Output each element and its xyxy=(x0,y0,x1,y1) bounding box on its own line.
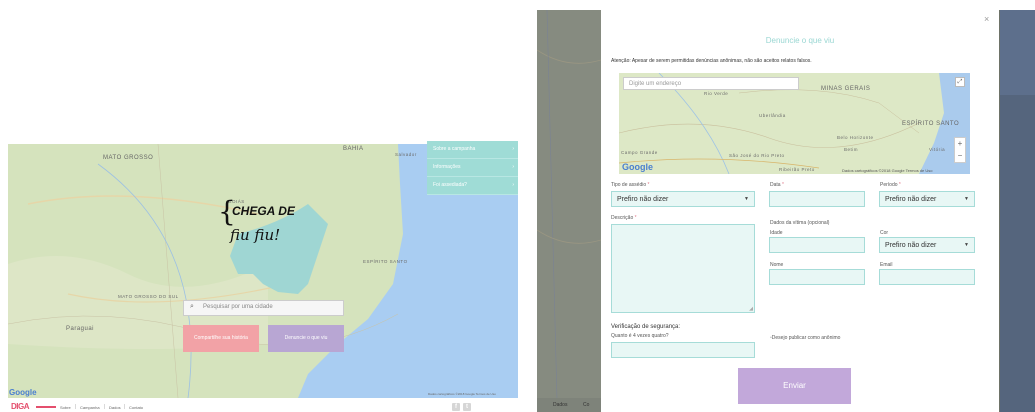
social-links: f t xyxy=(452,403,476,411)
email-label: Email xyxy=(880,262,893,268)
modal-map-label-belo-horizonte: Belo Horizonte xyxy=(837,135,874,140)
dados-vitima-label: Dados da vítima (opcional) xyxy=(770,220,830,226)
map-label-espirito-santo: ESPÍRITO SANTO xyxy=(363,259,408,264)
footer-link-sobre[interactable]: Sobre xyxy=(60,405,71,410)
descricao-label: Descrição * xyxy=(611,215,637,221)
modal-map-label-betim: Betim xyxy=(844,147,859,152)
footer-logo[interactable]: DIGA xyxy=(11,402,30,411)
modal-warning: Atenção: Apesar de serem permitidas denú… xyxy=(611,58,812,64)
modal-map-label-ribeirao: Ribeirão Preto xyxy=(779,167,815,172)
caret-down-icon: ▼ xyxy=(964,196,969,202)
modal-map-label-espirito-santo: ESPÍRITO SANTO xyxy=(902,121,960,127)
share-story-button[interactable]: Compartilhe sua história xyxy=(183,325,259,352)
logo-line2: fiu fiu! xyxy=(230,226,281,244)
data-label: Data * xyxy=(770,182,784,188)
chevron-right-icon: › xyxy=(512,164,514,170)
backdrop-footer xyxy=(537,398,601,412)
anonimo-label: Desejo publicar como anônimo xyxy=(771,335,841,341)
verificacao-label: Verificação de segurança: xyxy=(611,324,681,330)
modal-map-label-campo-grande: Campo Grande xyxy=(621,150,658,155)
tipo-label: Tipo de assédio * xyxy=(611,182,650,188)
report-button[interactable]: Denuncie o que viu xyxy=(268,325,344,352)
periodo-select-value: Prefiro não dizer xyxy=(885,196,937,203)
menu-item-assediada[interactable]: Foi assediada? › xyxy=(427,177,518,195)
modal-map-label-rio-verde: Rio Verde xyxy=(704,91,729,96)
backdrop-map-left xyxy=(537,10,601,400)
google-logo: Google xyxy=(9,388,37,397)
pergunta-label: Quanto é 4 vezes quatro? xyxy=(611,333,669,339)
modal-map-label-sao-jose: São José do Rio Preto xyxy=(729,153,785,158)
fullscreen-icon[interactable]: ⤢ xyxy=(955,77,965,87)
backdrop-map-terrain xyxy=(537,10,601,400)
cor-select[interactable]: Prefiro não dizer ▼ xyxy=(879,237,975,253)
backdrop-footer-link-dados: Dados xyxy=(553,402,568,408)
menu-item-sobre[interactable]: Sobre a campanha › xyxy=(427,141,518,159)
zoom-out-icon[interactable]: − xyxy=(955,150,965,162)
nome-label: Nome xyxy=(770,262,784,268)
address-input[interactable]: Digite um endereço xyxy=(623,77,799,90)
logo-line1: CHEGA DE xyxy=(232,204,295,218)
zoom-controls: + − xyxy=(954,137,966,163)
map-label-bahia: BAHIA xyxy=(343,146,364,152)
search-icon: ⌕ xyxy=(190,303,194,310)
data-input[interactable] xyxy=(769,191,865,207)
footer-separator: | xyxy=(104,404,106,410)
anonimo-checkbox-row[interactable]: ▫Desejo publicar como anônimo xyxy=(770,335,840,341)
footer-separator: | xyxy=(124,404,126,410)
periodo-select[interactable]: Prefiro não dizer ▼ xyxy=(879,191,975,207)
left-side-menu: Sobre a campanha › Informações › Foi assed… xyxy=(427,141,518,195)
footer-link-campanha[interactable]: Campanha xyxy=(80,405,100,410)
idade-input[interactable] xyxy=(769,237,865,253)
modal-google-logo: Google xyxy=(622,162,653,172)
idade-label: Idade xyxy=(770,230,783,236)
city-search-input[interactable]: ⌕ Pesquisar por uma cidade xyxy=(183,300,344,316)
email-input[interactable] xyxy=(879,269,975,285)
map-label-salvador: Salvador xyxy=(395,152,417,157)
map-label-mato-grosso: MATO GROSSO xyxy=(103,155,154,161)
close-icon[interactable]: × xyxy=(984,14,989,24)
twitter-icon[interactable]: t xyxy=(463,403,471,411)
modal-map-credits[interactable]: Dados cartográficos ©2018 Google Termos … xyxy=(842,168,932,173)
city-search-placeholder: Pesquisar por uma cidade xyxy=(203,304,273,310)
menu-item-label: Informações xyxy=(433,164,461,170)
periodo-label: Período * xyxy=(880,182,901,188)
backdrop-menu-area xyxy=(1000,10,1035,95)
map-label-paraguai: Paraguai xyxy=(66,326,95,332)
cor-label: Cor xyxy=(880,230,889,236)
footer-separator: | xyxy=(75,404,77,410)
submit-button[interactable]: Enviar xyxy=(738,368,851,404)
descricao-textarea[interactable]: ◢ xyxy=(611,224,755,313)
campaign-logo: { CHEGA DE fiu fiu! xyxy=(218,198,313,260)
security-answer-input[interactable] xyxy=(611,342,755,358)
menu-item-label: Foi assediada? xyxy=(433,182,467,188)
modal-map-label-minas-gerais: MINAS GERAIS xyxy=(821,86,871,92)
menu-item-informacoes[interactable]: Informações › xyxy=(427,159,518,177)
footer-logo-underline xyxy=(36,406,56,408)
caret-down-icon: ▼ xyxy=(964,242,969,248)
modal-map-label-vitoria: Vitória xyxy=(929,147,946,152)
tipo-select-value: Prefiro não dizer xyxy=(617,196,669,203)
modal-title: Denuncie o que viu xyxy=(765,36,835,45)
modal-map-label-uberlandia: Uberlândia xyxy=(759,113,786,118)
zoom-in-icon[interactable]: + xyxy=(955,138,965,150)
chevron-right-icon: › xyxy=(512,146,514,152)
tipo-select[interactable]: Prefiro não dizer ▼ xyxy=(611,191,755,207)
footer-link-dados[interactable]: Dados xyxy=(109,405,121,410)
footer-link-contato[interactable]: Contato xyxy=(129,405,143,410)
nome-input[interactable] xyxy=(769,269,865,285)
resize-handle-icon[interactable]: ◢ xyxy=(749,306,753,312)
map-label-mato-grosso-sul: MATO GROSSO DO SUL xyxy=(118,294,179,299)
menu-item-label: Sobre a campanha xyxy=(433,146,476,152)
caret-down-icon: ▼ xyxy=(744,196,749,202)
chevron-right-icon: › xyxy=(512,182,514,188)
map-credits[interactable]: Dados cartográficos ©2018 Google Termos … xyxy=(428,392,496,396)
facebook-icon[interactable]: f xyxy=(452,403,460,411)
backdrop-footer-link-contato: Co xyxy=(583,402,590,408)
cor-select-value: Prefiro não dizer xyxy=(885,242,937,249)
